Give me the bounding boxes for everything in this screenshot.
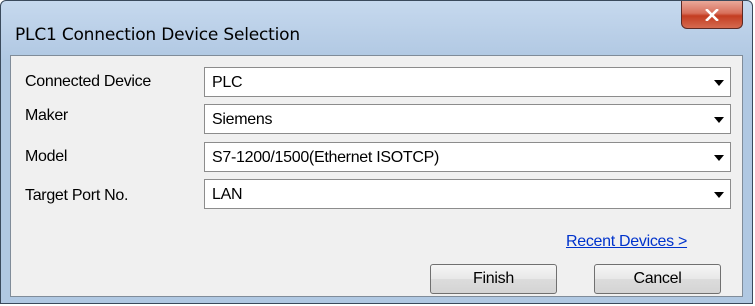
connected-device-value: PLC: [212, 74, 243, 91]
target-port-dropdown[interactable]: LAN: [204, 179, 731, 209]
chevron-down-icon: [714, 80, 724, 86]
model-dropdown[interactable]: S7-1200/1500(Ethernet ISOTCP): [204, 142, 731, 172]
chevron-down-icon: [714, 117, 724, 123]
title-bar[interactable]: PLC1 Connection Device Selection: [1, 1, 752, 55]
maker-dropdown[interactable]: Siemens: [204, 104, 731, 134]
chevron-down-icon: [714, 155, 724, 161]
connected-device-label: Connected Device: [25, 73, 151, 90]
field-row-maker: Maker Siemens: [11, 104, 742, 136]
target-port-label: Target Port No.: [25, 187, 129, 204]
target-port-value: LAN: [212, 186, 243, 203]
window-title: PLC1 Connection Device Selection: [15, 25, 300, 45]
connected-device-dropdown[interactable]: PLC: [204, 67, 731, 97]
maker-label: Maker: [25, 107, 68, 124]
recent-devices-link[interactable]: Recent Devices >: [566, 233, 687, 251]
model-label: Model: [25, 148, 68, 165]
dialog-content: Connected Device PLC Maker Siemens Model…: [10, 55, 743, 297]
close-icon: [705, 8, 719, 21]
close-button[interactable]: [681, 1, 743, 29]
model-value: S7-1200/1500(Ethernet ISOTCP): [212, 149, 439, 166]
chevron-down-icon: [714, 192, 724, 198]
dialog-window: PLC1 Connection Device Selection Connect…: [0, 0, 753, 304]
field-row-model: Model S7-1200/1500(Ethernet ISOTCP): [11, 142, 742, 174]
field-row-connected-device: Connected Device PLC: [11, 67, 742, 99]
field-row-target-port: Target Port No. LAN: [11, 179, 742, 211]
cancel-button[interactable]: Cancel: [594, 264, 721, 294]
maker-value: Siemens: [212, 111, 273, 128]
finish-button[interactable]: Finish: [430, 264, 557, 294]
